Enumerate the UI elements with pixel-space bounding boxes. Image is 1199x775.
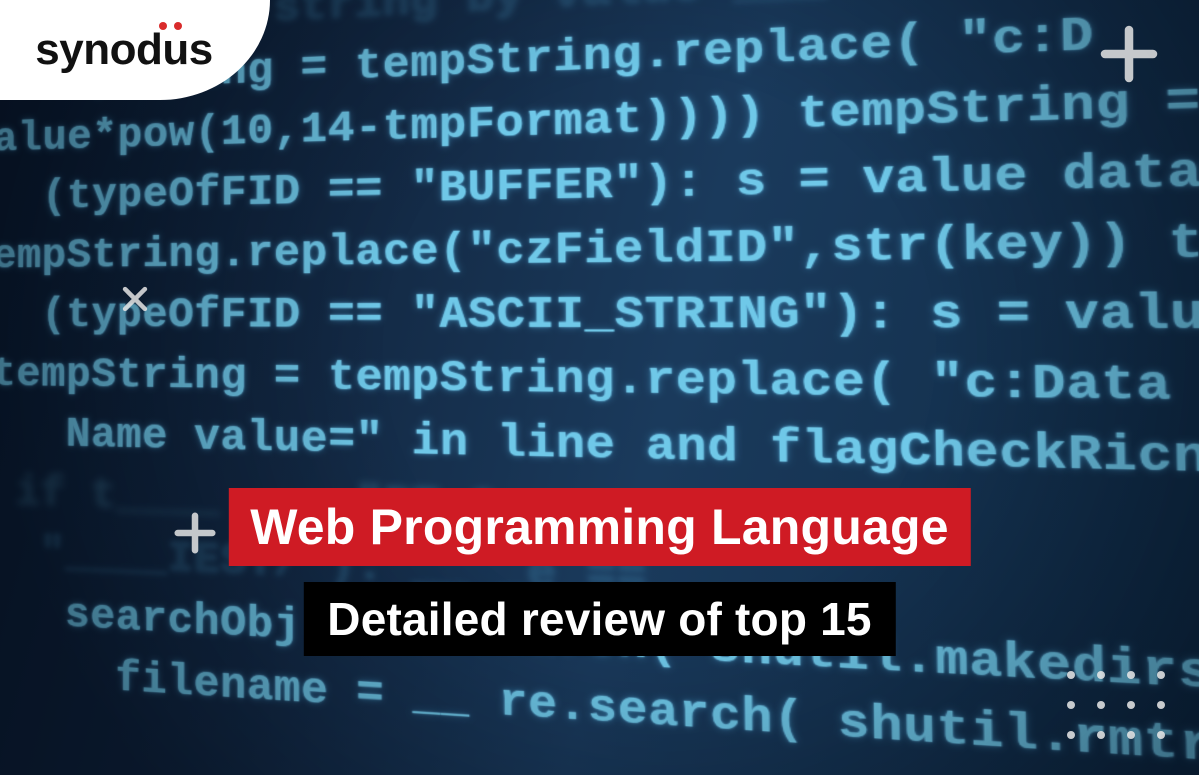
- x-icon: [118, 282, 152, 321]
- plus-icon: [172, 510, 218, 561]
- code-lines-block: value = float(______) = 14 #Replace stri…: [0, 0, 1199, 775]
- plus-icon: [1097, 22, 1161, 91]
- title-stack: Web Programming Language Detailed review…: [228, 488, 970, 656]
- logo-label: synodus: [35, 25, 212, 74]
- logo-text: synodus: [35, 25, 212, 75]
- code-background: value = float(______) = 14 #Replace stri…: [0, 0, 1199, 775]
- title-line-1: Web Programming Language: [228, 488, 970, 566]
- dot-grid-icon: [1067, 671, 1165, 739]
- code-line: (typeOfFID == "ASCII_STRING"): s = value…: [41, 288, 1199, 345]
- title-line-2: Detailed review of top 15: [303, 582, 895, 656]
- logo-umlaut-dots: [159, 22, 182, 30]
- code-line: tempString = tempString.replace( "c:Data: [0, 352, 1172, 415]
